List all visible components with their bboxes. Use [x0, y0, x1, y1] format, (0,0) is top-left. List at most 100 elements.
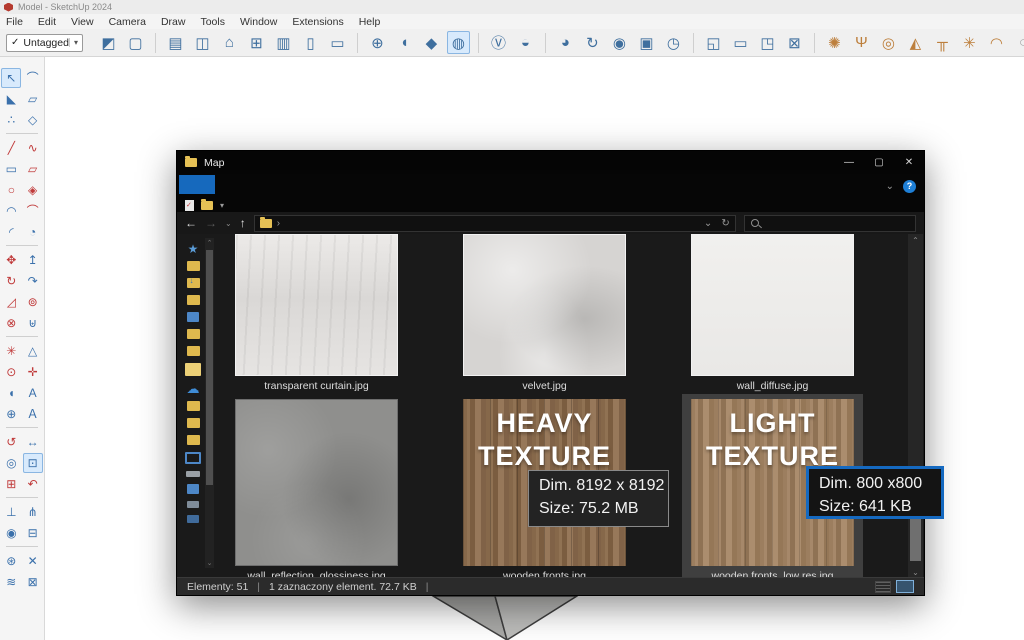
batch-render-icon[interactable]: ◳ [756, 31, 779, 54]
rotated-rectangle-tool[interactable]: ▱ [23, 159, 43, 179]
lasso-tool[interactable]: ⌒ [23, 68, 43, 88]
push-pull-tool[interactable]: ↥ [23, 250, 43, 270]
three-point-arc-tool[interactable]: ◜ [1, 222, 21, 242]
file-thumbnail[interactable] [235, 399, 398, 566]
scale-tool[interactable]: ◿ [1, 292, 21, 312]
polygon-shape-tool[interactable]: ◇ [23, 110, 43, 130]
folder-icon[interactable] [187, 401, 200, 411]
window-icon[interactable]: ⊞ [245, 31, 268, 54]
rotate-tool[interactable]: ↻ [1, 271, 21, 291]
render-last-icon[interactable]: ↻ [581, 31, 604, 54]
local-disk-icon[interactable] [186, 471, 200, 477]
compass-icon[interactable]: ⊕ [366, 31, 389, 54]
view-thumbnails-icon[interactable] [896, 580, 914, 593]
pie-tool[interactable]: ◔ [23, 222, 43, 242]
music-folder-icon[interactable] [187, 329, 200, 339]
file-name-label[interactable]: transparent curtain.jpg [215, 380, 418, 392]
vray-interactive-tool[interactable]: ⊛ [1, 551, 21, 571]
sphere-light-icon[interactable]: ◎ [877, 31, 900, 54]
tag-dropdown[interactable]: ✓ Untagged ▾ [6, 34, 83, 52]
view-details-icon[interactable] [875, 581, 891, 593]
select-tool[interactable]: ↖ [1, 68, 21, 88]
menu-file[interactable]: File [6, 16, 23, 28]
threed-text-tool[interactable]: Ａ [23, 404, 43, 424]
axes-tool[interactable]: ✛ [23, 362, 43, 382]
dome-light-icon[interactable]: ◠ [985, 31, 1008, 54]
box-wireframe-icon[interactable]: ▢ [124, 31, 147, 54]
qat-chevron-icon[interactable]: ▾ [220, 201, 224, 210]
solid-tools[interactable]: △ [23, 341, 43, 361]
file-item[interactable]: wall_diffuse.jpg [691, 234, 854, 376]
frame-buffer-window-icon[interactable]: ▭ [729, 31, 752, 54]
align-view-tool[interactable]: ⊕ [1, 404, 21, 424]
light-rig-icon[interactable]: ✺ [823, 31, 846, 54]
search-input[interactable] [744, 215, 916, 232]
menu-draw[interactable]: Draw [161, 16, 186, 28]
gem-icon[interactable]: ◆ [420, 31, 443, 54]
outer-shell-tool[interactable]: ⊎ [23, 313, 43, 333]
zoom-window-tool[interactable]: ⊡ [23, 453, 43, 473]
look-around-tool[interactable]: ◉ [1, 523, 21, 543]
make-component-tool[interactable]: ∴ [1, 110, 21, 130]
menu-edit[interactable]: Edit [38, 16, 56, 28]
menu-help[interactable]: Help [359, 16, 381, 28]
folder-icon[interactable] [187, 435, 200, 445]
properties-icon[interactable] [185, 200, 194, 211]
vray-scatter-tool[interactable]: ✕ [23, 551, 43, 571]
frame-buffer-image-icon[interactable]: ▣ [635, 31, 658, 54]
navpane-scrollbar[interactable]: ⌃ ⌄ [205, 238, 214, 568]
omni-light-icon[interactable]: ✳ [958, 31, 981, 54]
folder-icon[interactable] [187, 418, 200, 428]
face-camera-icon[interactable]: ◖ [393, 31, 416, 54]
zoom-tool[interactable]: ◎ [1, 453, 21, 473]
file-name-label[interactable]: velvet.jpg [443, 380, 646, 392]
desktop-folder-icon[interactable] [187, 261, 200, 271]
ribbon-collapse-icon[interactable]: ⌄ [886, 181, 894, 192]
menu-view[interactable]: View [71, 16, 94, 28]
protractor-tool[interactable]: ◖ [1, 383, 21, 403]
orbit-tool[interactable]: ↺ [1, 432, 21, 452]
globe-icon[interactable]: ◍ [447, 31, 470, 54]
rectangle-tool[interactable]: ▭ [1, 159, 21, 179]
new-folder-icon[interactable] [201, 201, 213, 210]
map-folder-open-icon[interactable] [185, 363, 201, 376]
this-pc-icon[interactable] [185, 452, 201, 464]
arc-tool[interactable]: ◠ [1, 201, 21, 221]
up-button[interactable]: ↑ [240, 216, 246, 230]
follow-me-tool[interactable]: ↷ [23, 271, 43, 291]
minimize-button[interactable]: — [834, 151, 864, 174]
section-plane-tool[interactable]: ⊟ [23, 523, 43, 543]
close-button[interactable]: ✕ [894, 151, 924, 174]
onedrive-icon[interactable]: ☁ [187, 383, 200, 394]
house-icon[interactable]: ⌂ [218, 31, 241, 54]
polygon-tool[interactable]: ◈ [23, 180, 43, 200]
file-thumbnail[interactable] [235, 234, 398, 376]
move-tool[interactable]: ✥ [1, 250, 21, 270]
vray-logo-icon[interactable]: Ⓥ [487, 31, 510, 54]
vray-proxy-tool[interactable]: ≋ [1, 572, 21, 592]
history-dropdown-icon[interactable]: ⌄ [225, 219, 232, 228]
weld-edges-tool[interactable]: ✳ [1, 341, 21, 361]
door-icon[interactable]: ▯ [299, 31, 322, 54]
open-cabinet-icon[interactable]: ▤ [164, 31, 187, 54]
pictures-folder-icon[interactable] [187, 312, 199, 322]
help-icon[interactable]: ? [903, 180, 916, 193]
spot-light-icon[interactable]: ◭ [904, 31, 927, 54]
text-tool[interactable]: A [23, 383, 43, 403]
file-name-label[interactable]: wall_diffuse.jpg [671, 380, 874, 392]
network-icon[interactable] [187, 515, 199, 523]
ribbon-file-tab[interactable] [179, 175, 215, 194]
line-tool[interactable]: ╱ [1, 138, 21, 158]
tape-measure-tool[interactable]: ⊙ [1, 362, 21, 382]
menu-extensions[interactable]: Extensions [292, 16, 343, 28]
downloads-folder-icon[interactable] [187, 278, 200, 288]
intersect-tool[interactable]: ⊗ [1, 313, 21, 333]
vertical-scrollbar[interactable]: ⌃ ⌄ [908, 234, 923, 579]
videos-folder-icon[interactable] [187, 346, 200, 356]
quick-access-star-icon[interactable]: ★ [188, 244, 199, 254]
paint-bucket-tool[interactable]: ◣ [1, 89, 21, 109]
back-button[interactable]: ← [185, 216, 197, 230]
maximize-button[interactable]: ▢ [864, 151, 894, 174]
file-item[interactable]: wall_reflection_glossiness.jpg [235, 399, 398, 566]
data-disk-icon[interactable] [187, 484, 199, 494]
